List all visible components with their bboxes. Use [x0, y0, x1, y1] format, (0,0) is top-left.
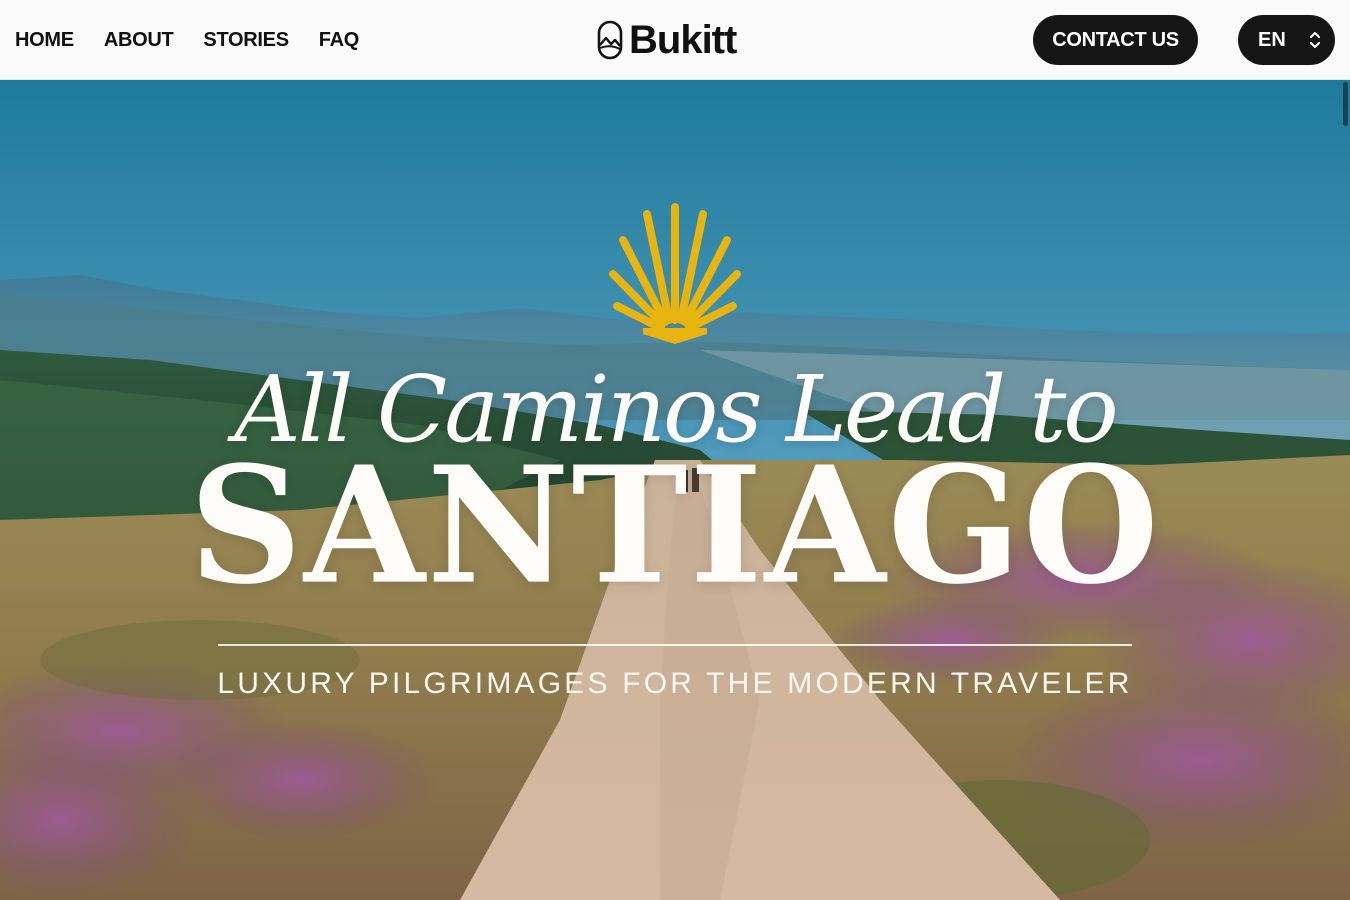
hero-tagline: LUXURY PILGRIMAGES FOR THE MODERN TRAVEL…	[217, 667, 1133, 700]
nav-home-link[interactable]: HOME	[15, 29, 74, 52]
main-nav: HOME ABOUT STORIES FAQ	[15, 0, 359, 80]
page-scrollbar[interactable]	[1343, 82, 1348, 126]
site-logo[interactable]: Bukitt	[597, 18, 737, 62]
mountain-badge-icon	[597, 20, 623, 60]
site-header: HOME ABOUT STORIES FAQ Bukitt CONTACT US…	[0, 0, 1350, 80]
chevron-updown-icon	[1310, 32, 1320, 48]
hero-main-title: SANTIAGO	[189, 431, 1161, 620]
nav-faq-link[interactable]: FAQ	[319, 29, 360, 52]
contact-us-button[interactable]: CONTACT US	[1033, 15, 1198, 65]
logo-wordmark: Bukitt	[629, 18, 737, 62]
hero-section: All Caminos Lead to SANTIAGO LUXURY PILG…	[0, 80, 1350, 900]
nav-about-link[interactable]: ABOUT	[104, 29, 174, 52]
hero-divider	[218, 644, 1132, 646]
scallop-shell-icon	[609, 203, 741, 344]
language-select[interactable]: EN	[1238, 15, 1335, 65]
nav-stories-link[interactable]: STORIES	[203, 29, 289, 52]
language-value: EN	[1258, 28, 1286, 51]
